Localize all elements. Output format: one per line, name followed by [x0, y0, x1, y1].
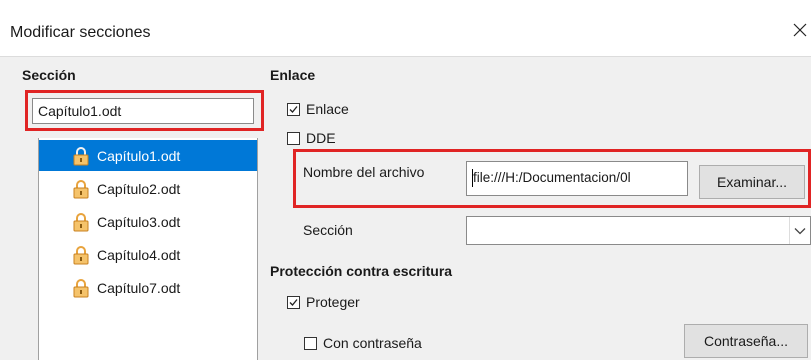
highlight-box-section-name: [25, 90, 264, 131]
protect-checkbox-label: Proteger: [306, 294, 360, 310]
list-item-label: Capítulo4.odt: [97, 246, 181, 263]
list-item[interactable]: Capítulo1.odt: [39, 140, 257, 171]
link-checkbox-label: Enlace: [306, 101, 349, 117]
password-checkbox-label: Con contraseña: [323, 335, 422, 351]
list-item[interactable]: Capítulo4.odt: [39, 239, 257, 270]
lock-icon: [73, 179, 89, 198]
list-item[interactable]: Capítulo3.odt: [39, 206, 257, 237]
close-icon[interactable]: [791, 19, 809, 41]
section-select-label: Sección: [303, 222, 353, 238]
list-item-label: Capítulo2.odt: [97, 180, 181, 197]
list-item-label: Capítulo3.odt: [97, 213, 181, 230]
section-heading: Sección: [22, 67, 76, 83]
list-item[interactable]: Capítulo7.odt: [39, 272, 257, 303]
lock-icon: [73, 245, 89, 264]
lock-icon: [73, 212, 89, 231]
protection-heading: Protección contra escritura: [270, 263, 453, 279]
dde-checkbox-label: DDE: [306, 130, 336, 146]
password-checkbox-row[interactable]: Con contraseña: [304, 333, 422, 353]
password-checkbox[interactable]: [304, 336, 317, 350]
list-item-label: Capítulo1.odt: [97, 147, 181, 164]
section-list[interactable]: Capítulo1.odt Capítulo2.odt Capítulo3.od…: [38, 138, 258, 360]
dde-checkbox-row[interactable]: DDE: [287, 128, 336, 148]
protect-checkbox-row[interactable]: Proteger: [287, 292, 360, 312]
dde-checkbox[interactable]: [287, 131, 300, 145]
link-checkbox[interactable]: [287, 102, 300, 116]
title-bar: Modificar secciones: [0, 0, 811, 57]
dialog-title: Modificar secciones: [10, 24, 151, 41]
list-item[interactable]: Capítulo2.odt: [39, 173, 257, 204]
chevron-down-icon[interactable]: [789, 217, 810, 244]
link-heading: Enlace: [270, 67, 316, 83]
link-checkbox-row[interactable]: Enlace: [287, 99, 349, 119]
highlight-box-filename: [293, 149, 811, 208]
password-button[interactable]: Contraseña...: [684, 324, 808, 358]
section-select[interactable]: [466, 216, 811, 245]
protect-checkbox[interactable]: [287, 295, 300, 309]
lock-icon: [73, 146, 89, 165]
lock-icon: [73, 278, 89, 297]
list-item-label: Capítulo7.odt: [97, 279, 181, 296]
